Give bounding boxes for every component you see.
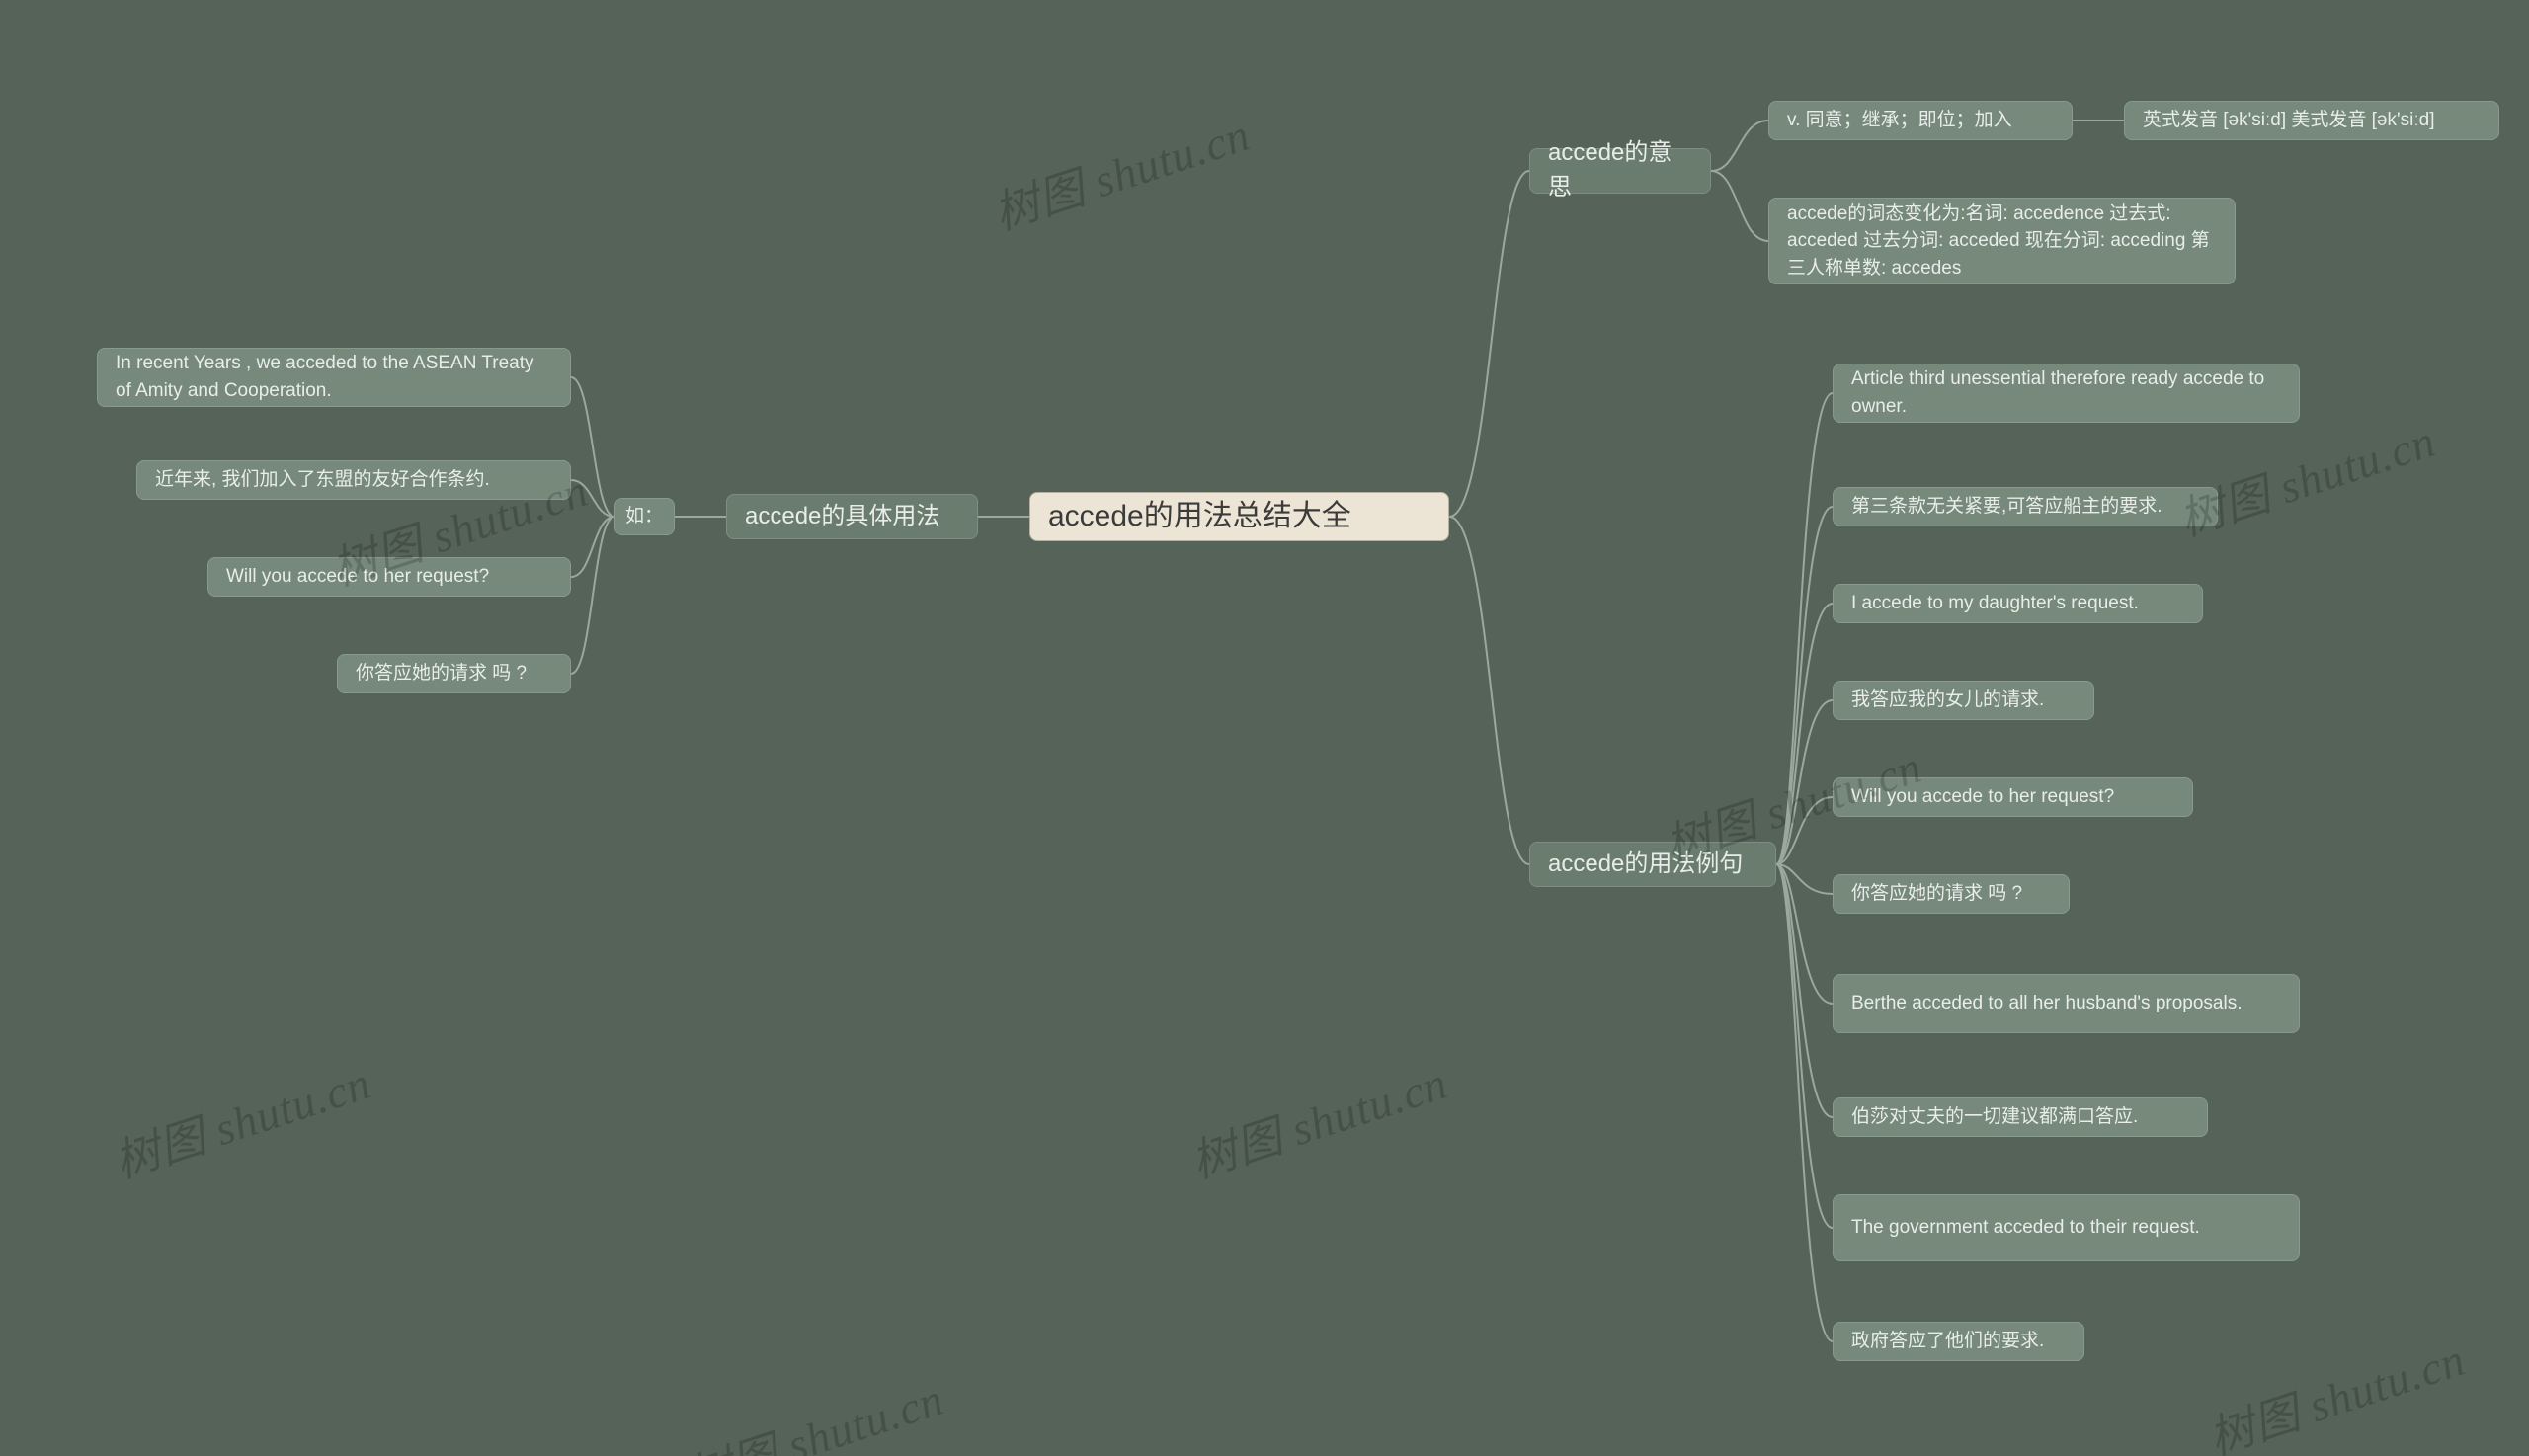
- branch-meaning-label: accede的意思: [1548, 136, 1692, 205]
- meaning-pron[interactable]: 英式发音 [ək'siːd] 美式发音 [ək'siːd]: [2124, 101, 2499, 140]
- root-label: accede的用法总结大全: [1048, 495, 1351, 538]
- watermark: 树图 shutu.cn: [678, 1363, 950, 1456]
- example-leaf-3[interactable]: 我答应我的女儿的请求.: [1833, 681, 2094, 720]
- usage-leaf-0[interactable]: In recent Years , we acceded to the ASEA…: [97, 348, 571, 407]
- mindmap-canvas: accede的用法总结大全 accede的具体用法 如： In recent Y…: [0, 0, 2529, 1456]
- usage-leaf-2-text: Will you accede to her request?: [226, 563, 489, 591]
- meaning-forms[interactable]: accede的词态变化为:名词: accedence 过去式: acceded …: [1768, 198, 2236, 284]
- example-leaf-0-text: Article third unessential therefore read…: [1851, 365, 2281, 420]
- example-leaf-9[interactable]: 政府答应了他们的要求.: [1833, 1322, 2084, 1361]
- root-node[interactable]: accede的用法总结大全: [1029, 492, 1449, 541]
- usage-leaf-3[interactable]: 你答应她的请求 吗 ?: [337, 654, 571, 693]
- example-leaf-4-text: Will you accede to her request?: [1851, 783, 2114, 811]
- example-leaf-3-text: 我答应我的女儿的请求.: [1851, 687, 2044, 714]
- usage-leaf-1-text: 近年来, 我们加入了东盟的友好合作条约.: [155, 466, 490, 494]
- example-leaf-5-text: 你答应她的请求 吗 ?: [1851, 880, 2022, 908]
- example-leaf-2[interactable]: I accede to my daughter's request.: [1833, 584, 2203, 623]
- watermark: 树图 shutu.cn: [1182, 1047, 1454, 1191]
- meaning-def-text: v. 同意；继承；即位；加入: [1787, 107, 2012, 134]
- meaning-def[interactable]: v. 同意；继承；即位；加入: [1768, 101, 2073, 140]
- branch-examples-label: accede的用法例句: [1548, 848, 1743, 882]
- branch-usage-label: accede的具体用法: [745, 500, 939, 534]
- example-leaf-4[interactable]: Will you accede to her request?: [1833, 777, 2193, 817]
- example-leaf-6-text: Berthe acceded to all her husband's prop…: [1851, 990, 2243, 1017]
- example-leaf-9-text: 政府答应了他们的要求.: [1851, 1328, 2044, 1355]
- usage-leaf-2[interactable]: Will you accede to her request?: [207, 557, 571, 597]
- branch-meaning[interactable]: accede的意思: [1529, 148, 1711, 194]
- example-leaf-7[interactable]: 伯莎对丈夫的一切建议都满口答应.: [1833, 1097, 2208, 1137]
- branch-usage[interactable]: accede的具体用法: [726, 494, 978, 539]
- example-leaf-5[interactable]: 你答应她的请求 吗 ?: [1833, 874, 2070, 914]
- watermark: 树图 shutu.cn: [2169, 405, 2442, 549]
- watermark: 树图 shutu.cn: [984, 99, 1257, 243]
- node-usage-ru[interactable]: 如：: [614, 498, 675, 535]
- example-leaf-1-text: 第三条款无关紧要,可答应船主的要求.: [1851, 493, 2162, 521]
- node-usage-ru-label: 如：: [625, 503, 663, 530]
- example-leaf-8-text: The government acceded to their request.: [1851, 1214, 2200, 1242]
- meaning-pron-text: 英式发音 [ək'siːd] 美式发音 [ək'siːd]: [2143, 107, 2434, 134]
- example-leaf-8[interactable]: The government acceded to their request.: [1833, 1194, 2300, 1261]
- usage-leaf-3-text: 你答应她的请求 吗 ?: [356, 660, 527, 688]
- example-leaf-1[interactable]: 第三条款无关紧要,可答应船主的要求.: [1833, 487, 2218, 526]
- usage-leaf-0-text: In recent Years , we acceded to the ASEA…: [116, 350, 552, 404]
- example-leaf-0[interactable]: Article third unessential therefore read…: [1833, 364, 2300, 423]
- usage-leaf-1[interactable]: 近年来, 我们加入了东盟的友好合作条约.: [136, 460, 571, 500]
- watermark: 树图 shutu.cn: [2199, 1324, 2472, 1456]
- branch-examples[interactable]: accede的用法例句: [1529, 842, 1776, 887]
- watermark: 树图 shutu.cn: [105, 1047, 377, 1191]
- meaning-forms-text: accede的词态变化为:名词: accedence 过去式: acceded …: [1787, 201, 2217, 283]
- example-leaf-6[interactable]: Berthe acceded to all her husband's prop…: [1833, 974, 2300, 1033]
- example-leaf-2-text: I accede to my daughter's request.: [1851, 590, 2139, 617]
- example-leaf-7-text: 伯莎对丈夫的一切建议都满口答应.: [1851, 1103, 2138, 1131]
